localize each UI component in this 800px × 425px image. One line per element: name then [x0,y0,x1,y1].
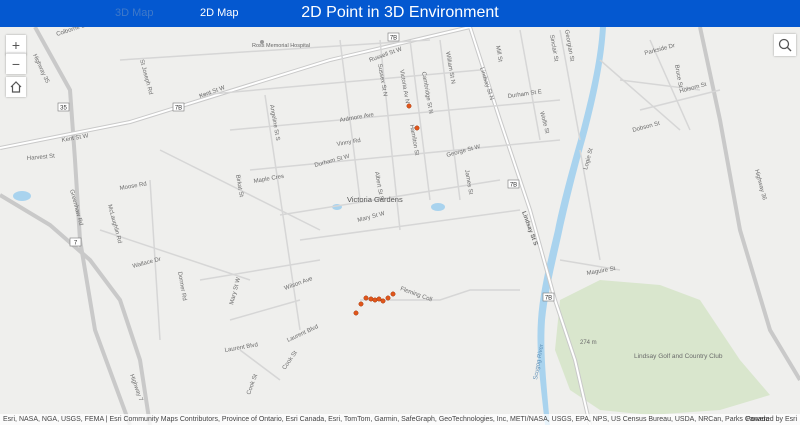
home-button[interactable] [6,77,26,97]
map-attribution: Esri, NASA, NGA, USGS, FEMA | Esri Commu… [0,414,800,425]
map-point[interactable] [353,310,359,316]
svg-text:7B: 7B [545,296,552,302]
svg-text:Ross Memorial Hospital: Ross Memorial Hospital [252,43,310,49]
svg-text:Victoria Gardens: Victoria Gardens [347,195,403,204]
search-icon [778,38,792,52]
tab-3d-map[interactable]: 3D Map [107,0,162,27]
map-point[interactable] [372,297,378,303]
hospital-marker [260,40,264,44]
pond [13,191,31,201]
powered-by-esri[interactable]: Powered by Esri [746,414,797,425]
zoom-out-button[interactable]: − [6,53,26,74]
app-header: 3D Map 2D Map 2D Point in 3D Environment [0,0,800,27]
svg-text:7B: 7B [175,106,182,112]
map-point[interactable] [414,125,420,131]
home-icon [10,81,22,93]
attribution-text[interactable]: Esri, NASA, NGA, USGS, FEMA | Esri Commu… [3,414,769,425]
map-point[interactable] [363,295,369,301]
map-point[interactable] [385,295,391,301]
map-view[interactable]: 35 7B 7B 7B 7B 7 Colborne St W St Joseph… [0,27,800,425]
svg-text:7B: 7B [510,183,517,189]
pond [431,203,445,211]
map-point[interactable] [358,301,364,307]
svg-text:7B: 7B [390,36,397,42]
basemap[interactable]: 35 7B 7B 7B 7B 7 Colborne St W St Joseph… [0,27,800,425]
svg-text:35: 35 [60,106,67,112]
search-button[interactable] [774,34,796,56]
map-point[interactable] [380,298,386,304]
map-point[interactable] [376,296,382,302]
svg-text:274 m: 274 m [580,340,597,346]
zoom-in-button[interactable]: + [6,35,26,55]
svg-text:Lindsay Golf and Country Club: Lindsay Golf and Country Club [634,353,723,360]
map-point[interactable] [368,296,374,302]
map-point[interactable] [406,103,412,109]
tab-2d-map[interactable]: 2D Map [192,0,247,27]
map-point[interactable] [390,291,396,297]
